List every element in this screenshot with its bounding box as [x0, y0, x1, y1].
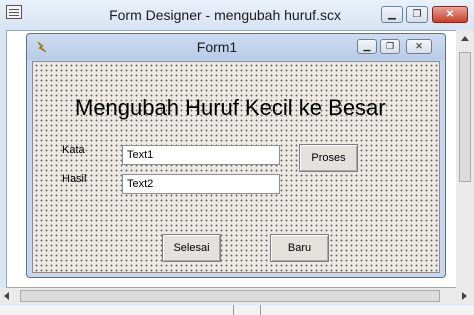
baru-button[interactable]: Baru — [270, 234, 329, 262]
text1-textbox[interactable]: Text1 — [122, 145, 280, 165]
form1-window: Form1 ▁ ❐ ✕ Mengubah Huruf Kecil ke Besa… — [26, 33, 446, 278]
scroll-up-arrow-icon[interactable] — [461, 36, 469, 41]
form-designer-window: Form Designer - mengubah huruf.scx ▁ ❐ ✕… — [0, 0, 474, 305]
designer-minimize-button[interactable]: ▁ — [381, 6, 403, 23]
vertical-scrollbar[interactable] — [456, 30, 474, 288]
horizontal-scrollbar[interactable] — [0, 288, 474, 304]
status-divider — [260, 305, 261, 315]
scroll-right-arrow-icon[interactable] — [462, 292, 467, 300]
form1-titlebar[interactable]: Form1 ▁ ❐ ✕ — [27, 34, 445, 60]
form-lightning-icon — [37, 41, 47, 53]
scroll-left-arrow-icon[interactable] — [4, 292, 9, 300]
designer-restore-button[interactable]: ❐ — [406, 6, 428, 23]
horizontal-scroll-thumb[interactable] — [20, 290, 440, 302]
status-strip — [0, 305, 474, 315]
status-divider — [233, 305, 234, 315]
form-close-button[interactable]: ✕ — [406, 39, 432, 54]
form-minimize-button[interactable]: ▁ — [357, 39, 377, 54]
proses-button[interactable]: Proses — [299, 144, 358, 172]
designer-title: Form Designer - mengubah huruf.scx — [109, 7, 341, 23]
selesai-button[interactable]: Selesai — [162, 234, 221, 262]
hasil-label[interactable]: Hasil — [62, 173, 86, 185]
form1-title: Form1 — [196, 39, 238, 55]
vertical-scroll-thumb[interactable] — [459, 52, 471, 182]
text2-textbox[interactable]: Text2 — [122, 174, 280, 194]
form-restore-button[interactable]: ❐ — [380, 39, 400, 54]
heading-label[interactable]: Mengubah Huruf Kecil ke Besar — [75, 95, 386, 121]
form-design-surface[interactable]: Mengubah Huruf Kecil ke Besar Kata Text1… — [32, 61, 440, 273]
designer-app-icon — [6, 5, 22, 19]
kata-label[interactable]: Kata — [62, 144, 85, 156]
designer-close-button[interactable]: ✕ — [432, 6, 468, 23]
designer-titlebar[interactable]: Form Designer - mengubah huruf.scx ▁ ❐ ✕ — [0, 0, 474, 30]
